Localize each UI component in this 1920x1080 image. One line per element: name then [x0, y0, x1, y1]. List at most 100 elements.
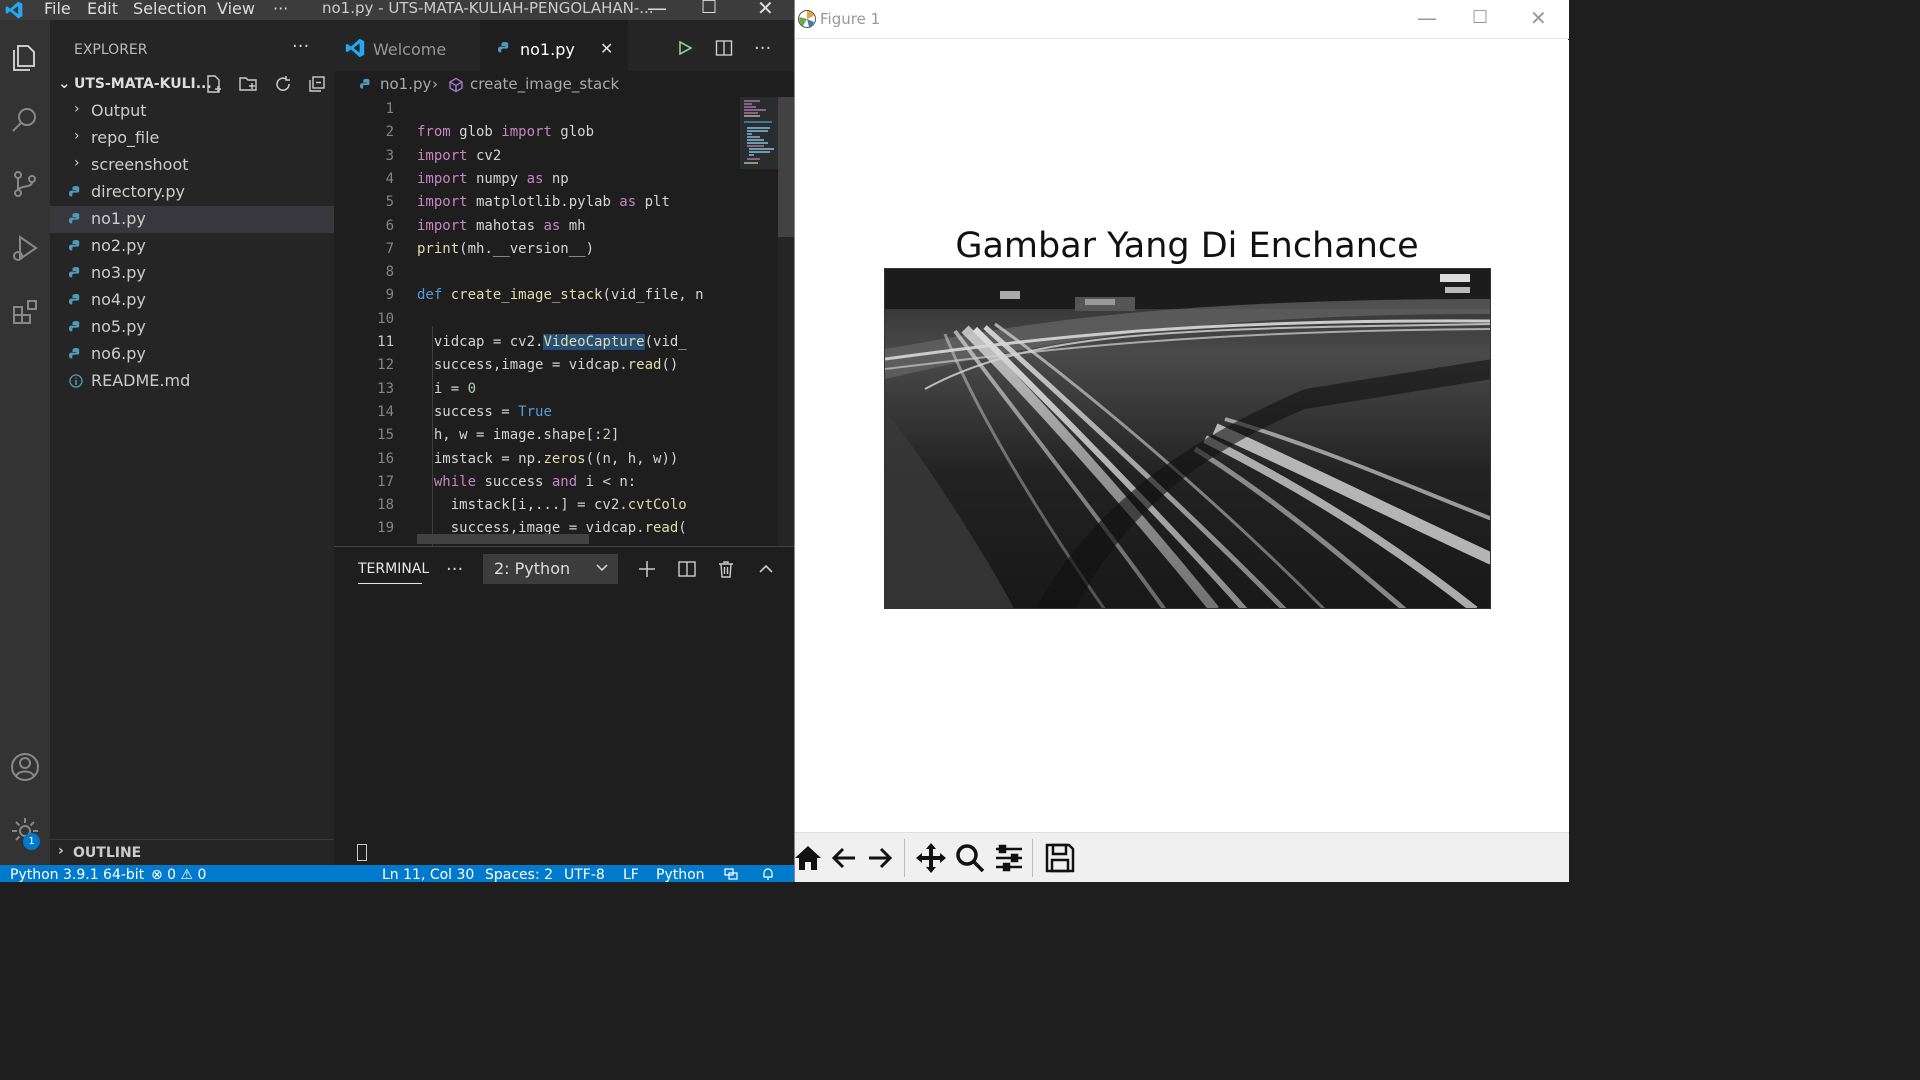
- run-icon[interactable]: [677, 40, 693, 56]
- chevron-up-icon[interactable]: [756, 559, 776, 579]
- save-icon[interactable]: [1043, 841, 1077, 875]
- extensions-icon[interactable]: [0, 287, 50, 337]
- code-line[interactable]: vidcap = cv2.VideoCapture(vid_: [417, 334, 687, 350]
- trash-icon[interactable]: [716, 559, 736, 579]
- line-number: 7: [385, 240, 394, 257]
- minimap[interactable]: [740, 97, 778, 546]
- new-terminal-icon[interactable]: [637, 559, 657, 579]
- code-line[interactable]: success,image = vidcap.read(): [417, 357, 678, 373]
- code-line[interactable]: imstack[i,...] = cv2.cvtColo: [417, 497, 687, 513]
- code-line[interactable]: i = 0: [417, 381, 476, 397]
- tree-item[interactable]: no5.py: [50, 314, 334, 341]
- code-line[interactable]: while success and i < n:: [417, 474, 636, 490]
- close-icon[interactable]: ✕: [1530, 6, 1547, 30]
- code-line[interactable]: import cv2: [417, 148, 501, 164]
- status-interpreter[interactable]: Python 3.9.1 64-bit: [10, 867, 144, 883]
- tab-close-icon[interactable]: ✕: [600, 39, 613, 58]
- line-number: 17: [377, 473, 394, 490]
- line-number: 14: [377, 403, 394, 420]
- source-control-icon[interactable]: [0, 159, 50, 209]
- code-line[interactable]: import matplotlib.pylab as plt: [417, 194, 670, 210]
- more-actions-icon[interactable]: ···: [754, 38, 771, 59]
- vscode-window: File Edit Selection View ··· no1.py - UT…: [0, 0, 794, 883]
- terminal-panel: TERMINAL ··· 2: Python: [334, 546, 794, 865]
- new-file-icon[interactable]: [204, 74, 224, 94]
- tree-item[interactable]: no2.py: [50, 233, 334, 260]
- code-line[interactable]: import mahotas as mh: [417, 218, 586, 234]
- tab-no1-py[interactable]: no1.py ✕: [480, 20, 628, 71]
- pan-icon[interactable]: [914, 841, 948, 875]
- collapse-all-icon[interactable]: [307, 74, 327, 94]
- configure-icon[interactable]: [992, 841, 1026, 875]
- split-editor-icon[interactable]: [715, 39, 733, 57]
- figure-title-bar: Figure 1 — ☐ ✕: [795, 0, 1569, 39]
- line-number: 10: [377, 310, 394, 327]
- close-icon[interactable]: ✕: [757, 0, 774, 20]
- status-eol[interactable]: LF: [623, 867, 639, 883]
- tree-item[interactable]: directory.py: [50, 179, 334, 206]
- menu-view[interactable]: View: [217, 0, 255, 18]
- new-folder-icon[interactable]: [238, 74, 258, 94]
- panel-more-icon[interactable]: ···: [446, 559, 463, 580]
- tree-item[interactable]: no4.py: [50, 287, 334, 314]
- tree-item[interactable]: › repo_file: [50, 125, 334, 152]
- explorer-icon[interactable]: [0, 32, 50, 82]
- outline-section[interactable]: › OUTLINE: [50, 839, 334, 865]
- menu-edit[interactable]: Edit: [87, 0, 118, 18]
- tab-welcome[interactable]: Welcome: [334, 20, 480, 71]
- code-area[interactable]: from glob import glob import cv2 import nu…: [417, 97, 739, 546]
- zoom-icon[interactable]: [953, 841, 987, 875]
- code-line[interactable]: h, w = image.shape[:2]: [417, 427, 619, 443]
- feedback-icon[interactable]: [724, 868, 738, 880]
- menu-more[interactable]: ···: [273, 0, 288, 18]
- line-number: 16: [377, 450, 394, 467]
- tree-item[interactable]: README.md: [50, 368, 334, 395]
- minimize-icon[interactable]: —: [1417, 6, 1437, 30]
- breadcrumb-file[interactable]: no1.py: [380, 75, 431, 93]
- refresh-icon[interactable]: [273, 74, 293, 94]
- code-line[interactable]: print(mh.__version__): [417, 241, 594, 257]
- tab-terminal[interactable]: TERMINAL: [358, 561, 429, 577]
- back-icon[interactable]: [827, 841, 861, 875]
- account-icon[interactable]: [0, 742, 50, 792]
- code-line[interactable]: from glob import glob: [417, 124, 594, 140]
- status-language[interactable]: Python: [656, 867, 705, 883]
- maximize-icon[interactable]: ☐: [701, 0, 717, 18]
- status-problems[interactable]: ⊗ 0 ⚠ 0: [151, 867, 206, 883]
- code-editor[interactable]: 1 2 3 4 5 6 7 8 9 10 11 12 13 14 15 16 17 18 19 from glob …: [334, 97, 794, 546]
- horizontal-scrollbar-thumb[interactable]: [417, 534, 589, 544]
- code-line[interactable]: import numpy as np: [417, 171, 569, 187]
- tree-item[interactable]: › screenshoot: [50, 152, 334, 179]
- menu-selection[interactable]: Selection: [133, 0, 207, 18]
- tree-item[interactable]: › Output: [50, 98, 334, 125]
- code-line[interactable]: imstack = np.zeros((n, h, w)): [417, 451, 678, 467]
- project-header[interactable]: ⌄ UTS-MATA-KULI...: [54, 74, 334, 96]
- run-debug-icon[interactable]: [0, 223, 50, 273]
- status-spaces[interactable]: Spaces: 2: [485, 867, 553, 883]
- forward-icon[interactable]: [863, 841, 897, 875]
- split-terminal-icon[interactable]: [677, 559, 697, 579]
- status-position[interactable]: Ln 11, Col 30: [382, 867, 474, 883]
- breadcrumb-symbol[interactable]: create_image_stack: [470, 75, 619, 93]
- line-number: 11: [377, 334, 394, 350]
- tree-item[interactable]: no3.py: [50, 260, 334, 287]
- terminal-select[interactable]: 2: Python: [483, 554, 618, 584]
- python-file-icon: [69, 211, 83, 227]
- maximize-icon[interactable]: ☐: [1472, 7, 1488, 28]
- tree-item[interactable]: no1.py: [50, 206, 334, 233]
- tree-item[interactable]: no6.py: [50, 341, 334, 368]
- explorer-more-icon[interactable]: ···: [292, 36, 309, 57]
- minimize-icon[interactable]: —: [647, 0, 667, 20]
- settings-gear-icon[interactable]: [0, 806, 50, 856]
- search-icon[interactable]: [0, 95, 50, 145]
- bell-icon[interactable]: [761, 867, 775, 881]
- scrollbar-thumb[interactable]: [778, 97, 794, 237]
- code-line[interactable]: success = True: [417, 404, 552, 420]
- status-encoding[interactable]: UTF-8: [564, 867, 605, 883]
- menu-file[interactable]: File: [44, 0, 71, 18]
- home-icon[interactable]: [791, 841, 825, 875]
- toolbar-separator: [1032, 839, 1033, 877]
- figure-canvas[interactable]: Gambar Yang Di Enchance: [795, 40, 1569, 832]
- code-line[interactable]: def create_image_stack(vid_file, n: [417, 287, 704, 303]
- editor-scrollbar[interactable]: [778, 97, 794, 546]
